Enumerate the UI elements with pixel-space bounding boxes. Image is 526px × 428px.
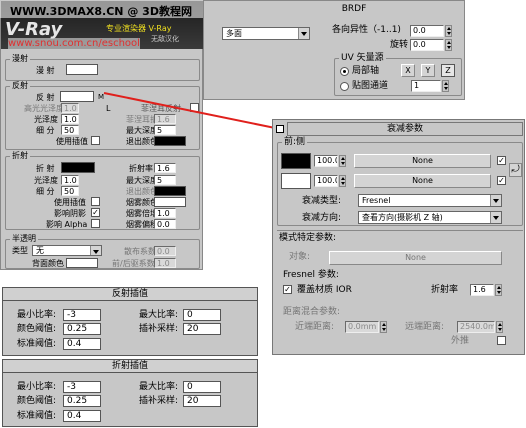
refract-interp-title: 折射插值 <box>2 359 258 373</box>
side-map-checkbox[interactable]: ✓ <box>497 176 506 185</box>
front-amount-field[interactable]: 100.0 <box>314 155 338 167</box>
refract-norm-thresh-label: 标准阈值: <box>17 411 57 421</box>
override-ior-checkbox[interactable]: ✓ <box>283 285 292 294</box>
front-color-swatch[interactable] <box>281 153 311 169</box>
reflect-norm-thresh-label: 标准阈值: <box>17 339 57 349</box>
attn-ior-field[interactable]: 1.6 <box>470 284 494 296</box>
far-label: 远端距离: <box>405 322 445 332</box>
refract-max-rate-label: 最大比率: <box>139 382 179 392</box>
side-amount-field[interactable]: 100.0 <box>314 175 338 187</box>
extrapolate-label: 外推 <box>451 336 470 346</box>
falloff-type-value: Fresnel <box>362 196 391 205</box>
reflect-min-rate-field[interactable]: -3 <box>63 309 101 321</box>
front-amount-spinner[interactable] <box>339 155 346 167</box>
refract-interp-title-text: 折射插值 <box>111 361 148 371</box>
near-field[interactable]: 0.0mm <box>345 321 379 333</box>
falloff-type-label: 衰减类型: <box>302 196 342 206</box>
front-side-label: 前:侧 <box>282 137 308 147</box>
refract-clr-thresh-label: 颜色阈值: <box>17 396 57 406</box>
object-button[interactable]: None <box>329 251 502 265</box>
attenuation-panel: 衰减参数 前:侧 100.0 None ✓ ⤾ 100.0 None ✓ 衰减类… <box>272 119 525 355</box>
falloff-dir-value: 查看方向(摄影机 Z 轴) <box>362 213 443 222</box>
extrapolate-checkbox[interactable] <box>497 336 506 345</box>
far-spinner[interactable] <box>496 321 503 333</box>
side-amount-spinner[interactable] <box>339 175 346 187</box>
reflect-clr-thresh-field[interactable]: 0.25 <box>63 323 101 335</box>
refract-interp-samples-field[interactable]: 20 <box>183 395 221 407</box>
divider <box>277 230 523 231</box>
reflect-interp-title: 反射插值 <box>2 287 258 301</box>
front-side-group: 前:侧 100.0 None ✓ ⤾ 100.0 None ✓ 衰减类型: Fr… <box>277 137 523 226</box>
refract-interp-panel: 折射插值 最小比率: -3 最大比率: 0 颜色阈值: 0.25 插补采样: 2… <box>2 359 258 427</box>
attn-ior-spinner[interactable] <box>495 284 502 296</box>
collapse-icon[interactable] <box>276 125 284 133</box>
front-map-button[interactable]: None <box>354 154 491 168</box>
refract-clr-thresh-field[interactable]: 0.25 <box>63 395 101 407</box>
falloff-type-dropdown[interactable]: Fresnel <box>358 194 502 207</box>
side-map-button[interactable]: None <box>354 174 491 188</box>
attenuation-title: 衰减参数 <box>287 122 523 136</box>
front-swap-icon[interactable]: ⤾ <box>509 163 522 177</box>
refract-min-rate-field[interactable]: -3 <box>63 381 101 393</box>
falloff-dir-dropdown[interactable]: 查看方向(摄影机 Z 轴) <box>358 211 502 224</box>
front-map-checkbox[interactable]: ✓ <box>497 156 506 165</box>
falloff-dir-label: 衰减方向: <box>302 213 342 223</box>
reflect-interp-title-text: 反射插值 <box>111 289 148 299</box>
refract-interp-samples-label: 插补采样: <box>139 396 179 406</box>
refract-max-rate-field[interactable]: 0 <box>183 381 221 393</box>
near-label: 近端距离: <box>295 322 335 332</box>
refract-min-rate-label: 最小比率: <box>17 382 57 392</box>
attenuation-title-text: 衰减参数 <box>386 124 423 134</box>
override-ior-label: 覆盖材质 IOR <box>297 285 352 295</box>
near-spinner[interactable] <box>380 321 387 333</box>
refract-norm-thresh-field[interactable]: 0.4 <box>63 410 101 422</box>
far-field[interactable]: 2540.0m <box>457 321 495 333</box>
arrow-line <box>103 92 281 130</box>
reflect-max-rate-field[interactable]: 0 <box>183 309 221 321</box>
reflect-interp-panel: 反射插值 最小比率: -3 最大比率: 0 颜色阈值: 0.25 插补采样: 2… <box>2 287 258 356</box>
reflect-clr-thresh-label: 颜色阈值: <box>17 324 57 334</box>
fresnel-params-label: Fresnel 参数: <box>283 270 339 280</box>
object-label: 对象: <box>289 252 311 262</box>
reflect-max-rate-label: 最大比率: <box>139 310 179 320</box>
reflect-interp-samples-label: 插补采样: <box>139 324 179 334</box>
attn-ior-label: 折射率 <box>431 285 459 295</box>
reflect-min-rate-label: 最小比率: <box>17 310 57 320</box>
reflect-norm-thresh-field[interactable]: 0.4 <box>63 338 101 350</box>
side-color-swatch[interactable] <box>281 173 311 189</box>
reflect-interp-samples-field[interactable]: 20 <box>183 323 221 335</box>
mode-group-label: 模式特定参数: <box>279 233 337 243</box>
distance-group-label: 距离混合参数: <box>283 307 341 317</box>
